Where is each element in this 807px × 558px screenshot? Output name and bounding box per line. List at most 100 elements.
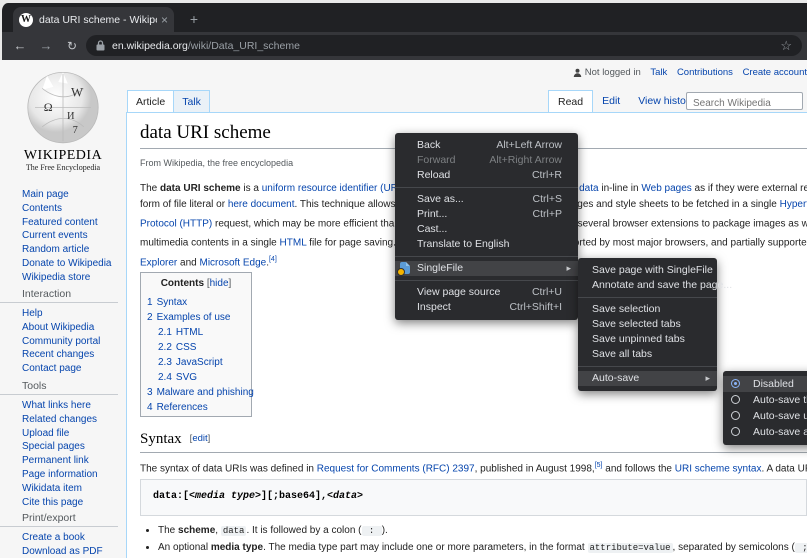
text-segment: scheme [178, 525, 216, 536]
menu-item-save-selected-tabs[interactable]: Save selected tabs [578, 317, 717, 332]
menu-item-save-unpinned-tabs[interactable]: Save unpinned tabs [578, 332, 717, 347]
toc-item-references[interactable]: 4 References [147, 400, 251, 415]
menu-item-print[interactable]: Print... Ctrl+P [395, 207, 578, 222]
toc-item-css[interactable]: 2.2 CSS [147, 340, 251, 355]
wiki-link[interactable]: uniform resource identifier (URI) [262, 183, 404, 194]
wiki-link[interactable]: [5] [595, 462, 603, 469]
url-domain: en.wikipedia.org [112, 39, 188, 52]
menu-item-save-as[interactable]: Save as... Ctrl+S [395, 192, 578, 207]
menu-item-inspect[interactable]: Inspect Ctrl+Shift+I [395, 300, 578, 315]
toc-hide-link[interactable]: [hide] [207, 278, 231, 289]
forward-button[interactable]: → [36, 36, 56, 56]
sidebar-item-community-portal[interactable]: Community portal [22, 335, 122, 349]
text-segment: ] [207, 433, 211, 444]
text-segment: ; [794, 542, 807, 553]
wiki-link[interactable]: hide [210, 278, 229, 289]
menu-item-view-source[interactable]: View page source Ctrl+U [395, 285, 578, 300]
text-segment: form of file literal or [140, 199, 228, 210]
tab-article[interactable]: Article [127, 90, 175, 112]
sidebar-item-related-changes[interactable]: Related changes [22, 413, 122, 427]
tab-read[interactable]: Read [548, 90, 594, 112]
menu-item-annotate[interactable]: Annotate and save the page... [578, 278, 732, 293]
sidebar-item-contact[interactable]: Contact page [22, 362, 122, 376]
toc-item-svg[interactable]: 2.4 SVG [147, 370, 251, 385]
sidebar-item-current-events[interactable]: Current events [22, 229, 122, 243]
sidebar-item-wikidata-item[interactable]: Wikidata item [22, 482, 122, 496]
sidebar-item-permanent-link[interactable]: Permanent link [22, 454, 122, 468]
menu-item-autosave-unpinned[interactable]: Auto-save unpinned tabs [723, 408, 807, 424]
toc-item-syntax[interactable]: 1 Syntax [147, 295, 251, 310]
sidebar-item-main-page[interactable]: Main page [22, 188, 122, 202]
wikipedia-tagline: The Free Encyclopedia [25, 163, 101, 172]
menu-item-auto-save[interactable]: Auto-save ▸ [578, 371, 717, 386]
wiki-link[interactable]: Web pages [641, 183, 691, 194]
reload-button[interactable]: ↻ [62, 36, 82, 56]
tab-bar: W data URI scheme - Wikipedia × + [2, 3, 807, 32]
menu-item-autosave-all-tabs[interactable]: Auto-save all tabs [723, 424, 807, 440]
toc-item-examples[interactable]: 2 Examples of use [147, 310, 251, 325]
wiki-link[interactable]: Hypertext Transfer [780, 199, 807, 210]
toc-item-html[interactable]: 2.1 HTML [147, 325, 251, 340]
menu-item-disabled[interactable]: Disabled [723, 376, 807, 392]
wiki-link[interactable]: here document [228, 199, 295, 210]
svg-text:7: 7 [73, 125, 78, 136]
toc-item-javascript[interactable]: 2.3 JavaScript [147, 355, 251, 370]
tab-close-icon[interactable]: × [161, 13, 168, 27]
wiki-link[interactable]: edit [192, 433, 207, 444]
menu-item-cast[interactable]: Cast... [395, 222, 578, 237]
not-logged-in-label: Not logged in [584, 67, 641, 78]
menu-item-back[interactable]: Back Alt+Left Arrow [395, 138, 578, 153]
sidebar-item-download-pdf[interactable]: Download as PDF [22, 545, 122, 558]
sidebar-item-about[interactable]: About Wikipedia [22, 321, 122, 335]
wikipedia-globe-logo[interactable]: W Ω И 7 [23, 66, 103, 146]
personal-contributions-link[interactable]: Contributions [677, 67, 733, 78]
bookmark-star-icon[interactable]: ☆ [780, 38, 792, 54]
sidebar-item-create-book[interactable]: Create a book [22, 531, 122, 545]
sidebar-item-random-article[interactable]: Random article [22, 243, 122, 257]
menu-item-translate[interactable]: Translate to English [395, 237, 578, 252]
sidebar-item-store[interactable]: Wikipedia store [22, 271, 122, 285]
personal-create-account-link[interactable]: Create account [743, 67, 807, 78]
address-bar[interactable]: en.wikipedia.org /wiki/Data_URI_scheme ☆ [86, 35, 802, 56]
tab-edit[interactable]: Edit [593, 90, 629, 112]
sidebar-item-what-links-here[interactable]: What links here [22, 399, 122, 413]
menu-item-save-selection[interactable]: Save selection [578, 302, 717, 317]
edit-section-link[interactable]: [edit] [190, 433, 211, 444]
sidebar-item-recent-changes[interactable]: Recent changes [22, 348, 122, 362]
text-segment: in-line in [598, 183, 642, 194]
sidebar-item-special-pages[interactable]: Special pages [22, 440, 122, 454]
sidebar-item-donate[interactable]: Donate to Wikipedia [22, 257, 122, 271]
toc-item-malware[interactable]: 3 Malware and phishing [147, 385, 254, 400]
code-block: data:[<media type>][;base64],<data> [140, 479, 807, 516]
wiki-link[interactable]: Explorer [140, 257, 177, 268]
wiki-link[interactable]: Request for Comments (RFC) 2397 [317, 463, 475, 474]
sidebar-item-featured-content[interactable]: Featured content [22, 216, 122, 230]
tab-talk[interactable]: Talk [174, 90, 210, 112]
wiki-link[interactable]: HTML [280, 238, 307, 249]
autosave-submenu: Disabled Auto-save this tab Auto-save un… [723, 371, 807, 445]
wiki-link[interactable]: Microsoft Edge [200, 257, 267, 268]
menu-item-save-all-tabs[interactable]: Save all tabs [578, 347, 717, 362]
search-input[interactable] [687, 95, 802, 112]
sidebar-item-upload-file[interactable]: Upload file [22, 427, 122, 441]
personal-talk-link[interactable]: Talk [650, 67, 667, 78]
sidebar-item-contents[interactable]: Contents [22, 202, 122, 216]
singlefile-icon [397, 262, 410, 276]
menu-item-singlefile[interactable]: SingleFile ▸ [395, 261, 578, 276]
menu-item-save-page[interactable]: Save page with SingleFile [578, 263, 717, 278]
wiki-link[interactable]: [4] [269, 256, 277, 263]
sidebar-item-page-information[interactable]: Page information [22, 468, 122, 482]
browser-tab[interactable]: W data URI scheme - Wikipedia × [13, 7, 174, 32]
menu-item-reload[interactable]: Reload Ctrl+R [395, 168, 578, 183]
wiki-link[interactable]: data [579, 183, 598, 194]
sidebar-item-help[interactable]: Help [22, 307, 122, 321]
lock-icon[interactable] [96, 40, 105, 51]
back-button[interactable]: ← [10, 36, 30, 56]
new-tab-button[interactable]: + [184, 9, 204, 29]
wiki-link[interactable]: URI scheme syntax [675, 463, 762, 474]
sidebar-item-cite-this-page[interactable]: Cite this page [22, 496, 122, 510]
menu-item-autosave-this-tab[interactable]: Auto-save this tab [723, 392, 807, 408]
wiki-link[interactable]: Protocol (HTTP) [140, 218, 212, 229]
menu-separator [578, 297, 717, 298]
text-segment: is a [240, 183, 262, 194]
